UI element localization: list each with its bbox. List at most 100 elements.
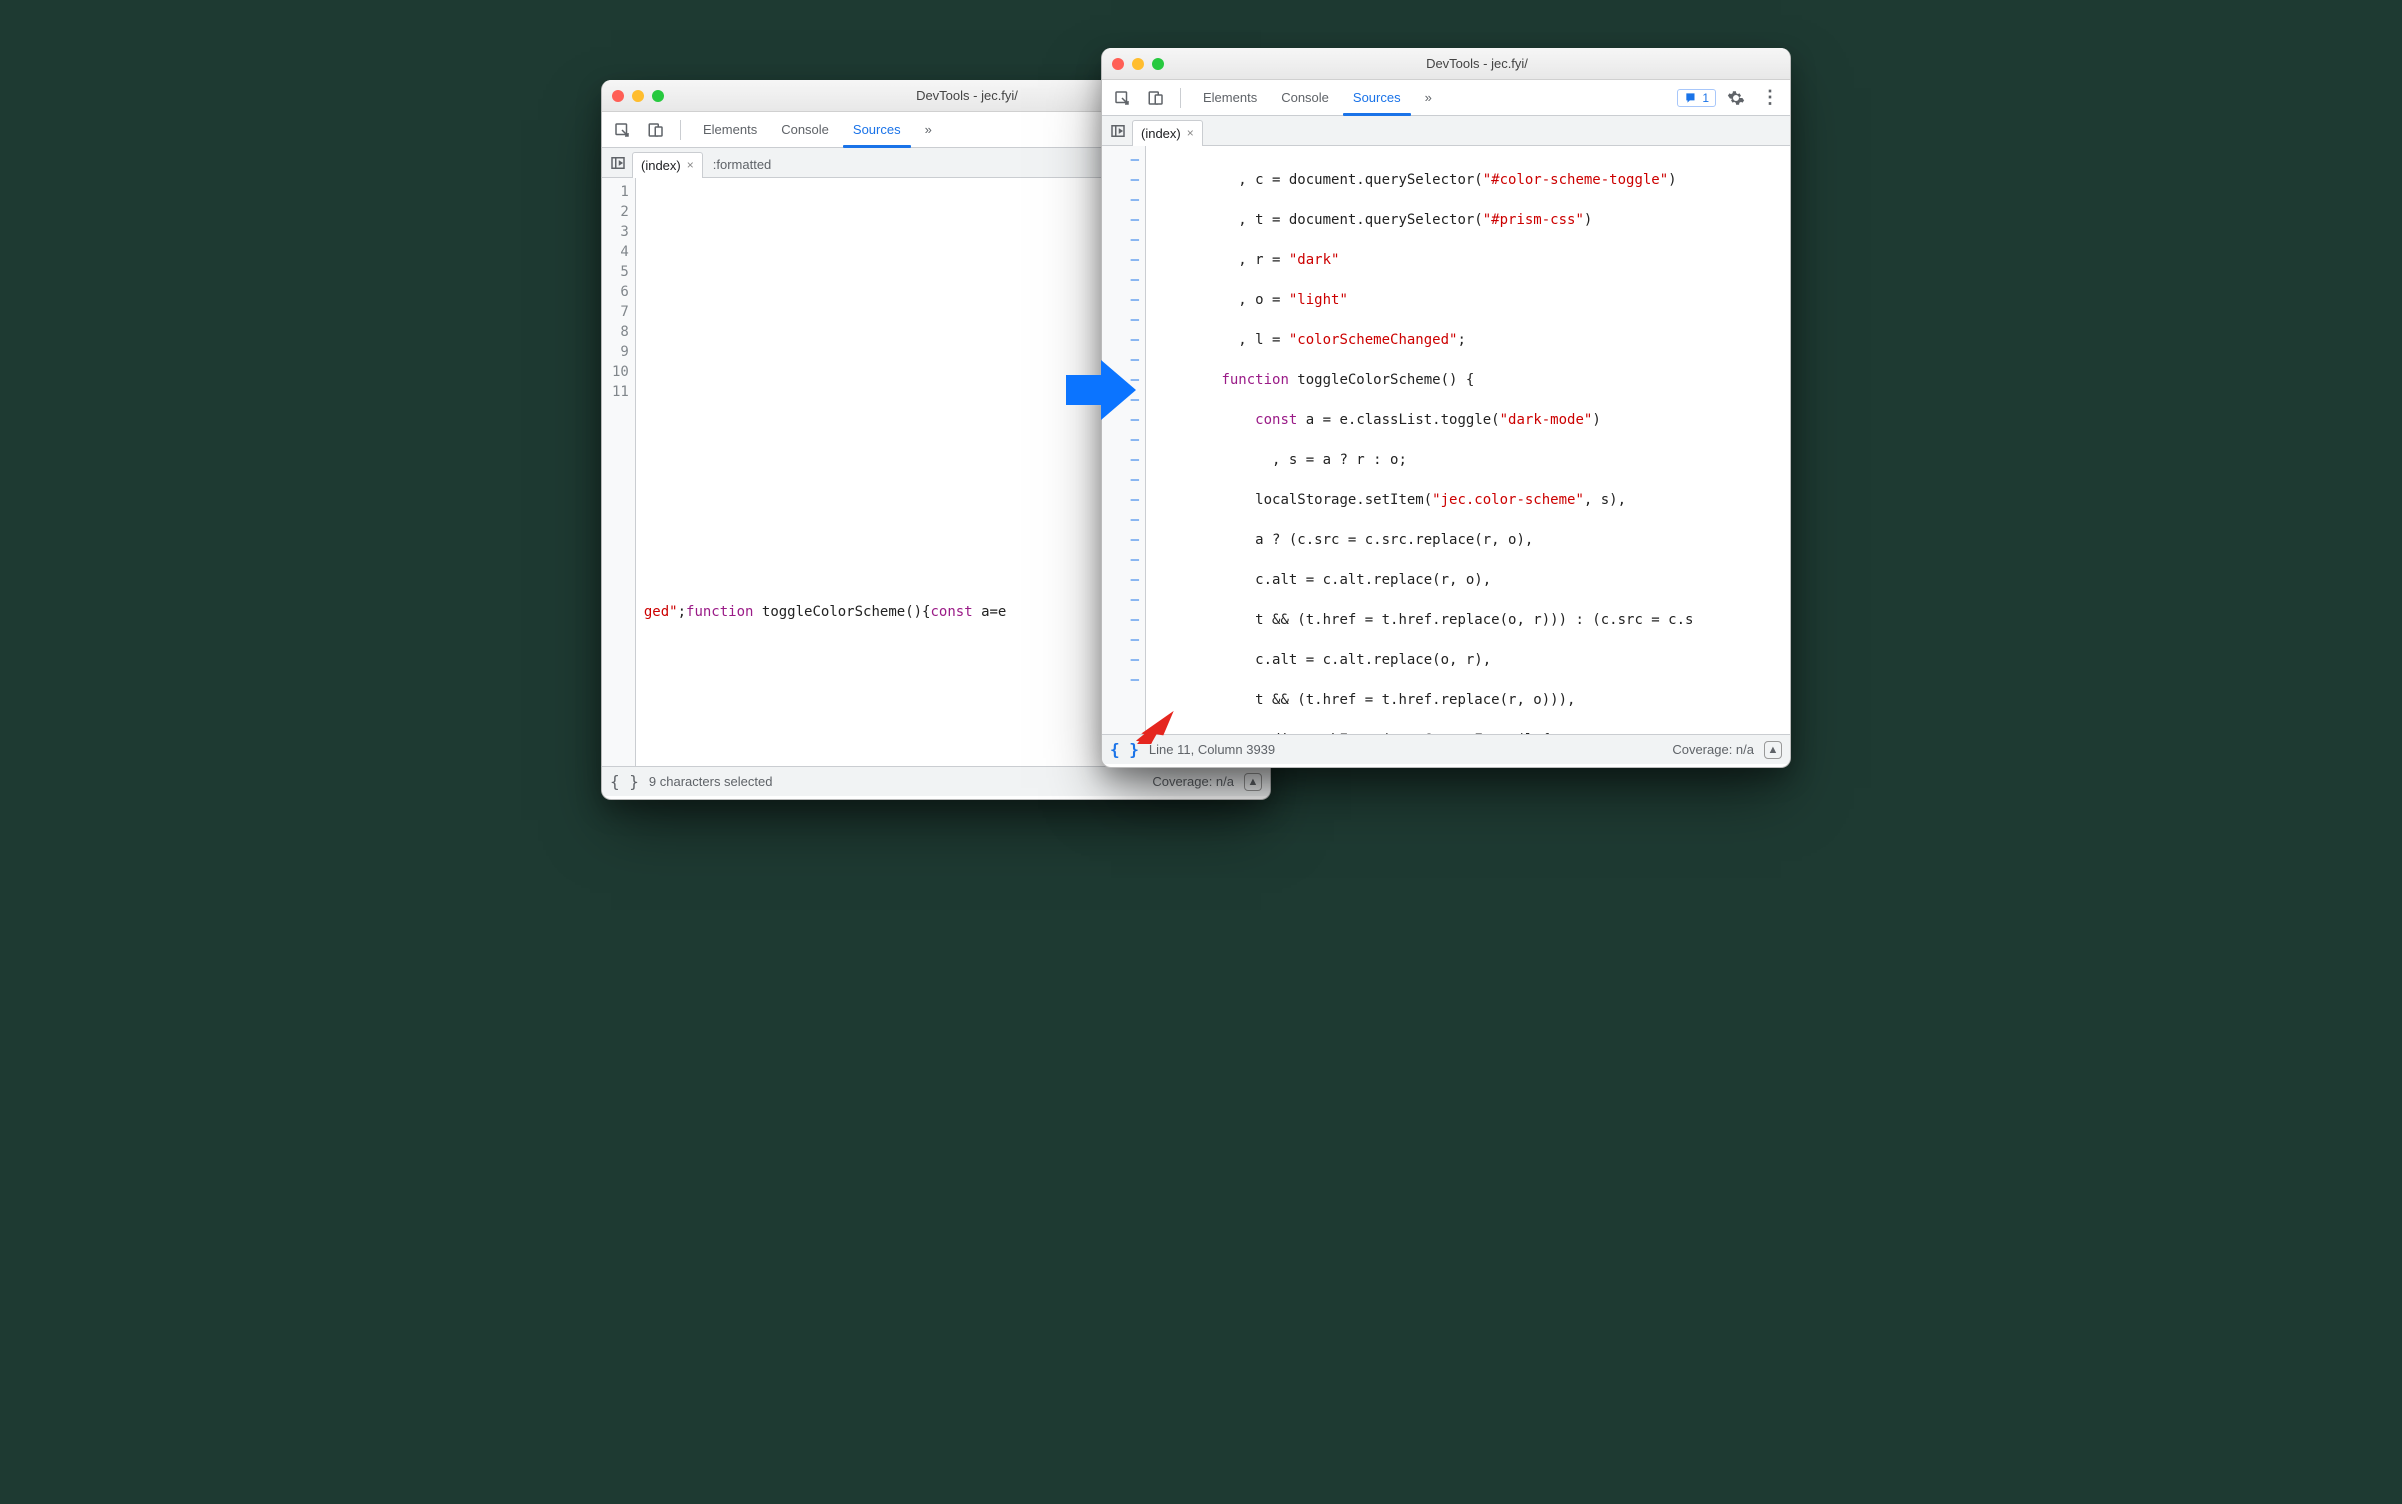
- line-num: 8: [612, 322, 629, 342]
- coverage-label: Coverage: n/a: [1672, 742, 1754, 757]
- code-line: c.alt = c.alt.replace(r, o),: [1154, 570, 1693, 590]
- code-line: [644, 322, 1007, 342]
- tab-console[interactable]: Console: [769, 112, 841, 147]
- traffic-lights: [1112, 58, 1164, 70]
- inspect-icon[interactable]: [608, 116, 636, 144]
- navigator-toggle-icon[interactable]: [606, 149, 630, 177]
- tab-elements[interactable]: Elements: [691, 112, 769, 147]
- line-num: 9: [612, 342, 629, 362]
- line-num: 7: [612, 302, 629, 322]
- red-arrow-icon: [1131, 700, 1181, 750]
- minimize-icon[interactable]: [1132, 58, 1144, 70]
- code-line: c.dispatchEvent(new CustomEvent(l,{: [1154, 730, 1693, 734]
- line-num: 6: [612, 282, 629, 302]
- devtools-window-right: DevTools - jec.fyi/ Elements Console Sou…: [1101, 48, 1791, 768]
- more-menu-icon[interactable]: ⋮: [1756, 84, 1784, 112]
- file-tab-formatted[interactable]: :formatted: [705, 152, 780, 178]
- code-line: t && (t.href = t.href.replace(o, r))) : …: [1154, 610, 1693, 630]
- code-line: [644, 242, 1007, 262]
- line-num: 1: [612, 182, 629, 202]
- zoom-icon[interactable]: [1152, 58, 1164, 70]
- line-num: 2: [612, 202, 629, 222]
- window-title: DevTools - jec.fyi/: [1174, 56, 1780, 71]
- code-line: [644, 362, 1007, 382]
- code-line: , s = a ? r : o;: [1154, 450, 1693, 470]
- code-line: [644, 202, 1007, 222]
- tab-console[interactable]: Console: [1269, 80, 1341, 115]
- code-line: , c = document.querySelector("#color-sch…: [1154, 170, 1693, 190]
- close-icon[interactable]: [1112, 58, 1124, 70]
- device-toggle-icon[interactable]: [1142, 84, 1170, 112]
- tab-more[interactable]: »: [913, 112, 944, 147]
- line-gutter: 1 2 3 4 5 6 7 8 9 10 11: [602, 178, 636, 766]
- traffic-lights: [612, 90, 664, 102]
- code-line: localStorage.setItem("jec.color-scheme",…: [1154, 490, 1693, 510]
- file-tab-label: :formatted: [713, 157, 772, 172]
- expand-up-icon[interactable]: ▲: [1244, 773, 1262, 791]
- file-tab-bar: (index) ×: [1102, 116, 1790, 146]
- close-icon[interactable]: [612, 90, 624, 102]
- tab-sources[interactable]: Sources: [1341, 80, 1413, 115]
- line-num: 4: [612, 242, 629, 262]
- tab-label: Console: [1281, 90, 1329, 105]
- line-num: 3: [612, 222, 629, 242]
- tab-more[interactable]: »: [1413, 80, 1444, 115]
- code-line: c.alt = c.alt.replace(o, r),: [1154, 650, 1693, 670]
- panel-tabs: Elements Console Sources »: [1191, 80, 1444, 115]
- line-num: 11: [612, 382, 629, 402]
- code-line: [644, 522, 1007, 542]
- coverage-label: Coverage: n/a: [1152, 774, 1234, 789]
- status-bar: { } 9 characters selected Coverage: n/a …: [602, 766, 1270, 796]
- separator: [1180, 88, 1181, 108]
- zoom-icon[interactable]: [652, 90, 664, 102]
- code-line: [644, 482, 1007, 502]
- status-text: 9 characters selected: [649, 774, 773, 789]
- issues-badge[interactable]: 1: [1677, 89, 1716, 107]
- tab-label: Elements: [1203, 90, 1257, 105]
- code-line: , t = document.querySelector("#prism-css…: [1154, 210, 1693, 230]
- minimize-icon[interactable]: [632, 90, 644, 102]
- file-tab-index[interactable]: (index) ×: [632, 152, 703, 178]
- tab-label: Elements: [703, 122, 757, 137]
- file-tab-index[interactable]: (index) ×: [1132, 120, 1203, 146]
- code-line: t && (t.href = t.href.replace(r, o))),: [1154, 690, 1693, 710]
- code-line: ged";function toggleColorScheme(){const …: [644, 602, 1007, 622]
- panel-tabs-toolbar: Elements Console Sources » 1 ⋮: [1102, 80, 1790, 116]
- blue-arrow-icon: [1061, 350, 1141, 430]
- pretty-print-icon[interactable]: { }: [610, 772, 639, 791]
- code-line: [644, 282, 1007, 302]
- expand-up-icon[interactable]: ▲: [1764, 741, 1782, 759]
- device-toggle-icon[interactable]: [642, 116, 670, 144]
- close-tab-icon[interactable]: ×: [687, 158, 694, 172]
- code-line: , l = "colorSchemeChanged";: [1154, 330, 1693, 350]
- code-content[interactable]: , c = document.querySelector("#color-sch…: [1146, 146, 1693, 734]
- issues-count: 1: [1702, 91, 1709, 105]
- chevron-right-icon: »: [1425, 90, 1432, 105]
- tab-label: Sources: [1353, 90, 1401, 105]
- code-content[interactable]: ged";function toggleColorScheme(){const …: [636, 178, 1007, 766]
- tab-label: Sources: [853, 122, 901, 137]
- code-line: function toggleColorScheme() {: [1154, 370, 1693, 390]
- line-gutter: –––––––––– –––––––––– –––––––: [1102, 146, 1146, 734]
- line-num: 5: [612, 262, 629, 282]
- close-tab-icon[interactable]: ×: [1187, 126, 1194, 140]
- code-editor[interactable]: –––––––––– –––––––––– ––––––– , c = docu…: [1102, 146, 1790, 734]
- tab-sources[interactable]: Sources: [841, 112, 913, 147]
- file-tab-label: (index): [1141, 126, 1181, 141]
- settings-gear-icon[interactable]: [1722, 84, 1750, 112]
- separator: [680, 120, 681, 140]
- panel-tabs: Elements Console Sources »: [691, 112, 944, 147]
- tab-elements[interactable]: Elements: [1191, 80, 1269, 115]
- titlebar[interactable]: DevTools - jec.fyi/: [1102, 48, 1790, 80]
- code-line: const a = e.classList.toggle("dark-mode"…: [1154, 410, 1693, 430]
- chevron-right-icon: »: [925, 122, 932, 137]
- code-line: , o = "light": [1154, 290, 1693, 310]
- inspect-icon[interactable]: [1108, 84, 1136, 112]
- navigator-toggle-icon[interactable]: [1106, 117, 1130, 145]
- file-tab-label: (index): [641, 158, 681, 173]
- code-line: [644, 562, 1007, 582]
- code-line: [644, 402, 1007, 422]
- tab-label: Console: [781, 122, 829, 137]
- code-line: [644, 442, 1007, 462]
- line-num: 10: [612, 362, 629, 382]
